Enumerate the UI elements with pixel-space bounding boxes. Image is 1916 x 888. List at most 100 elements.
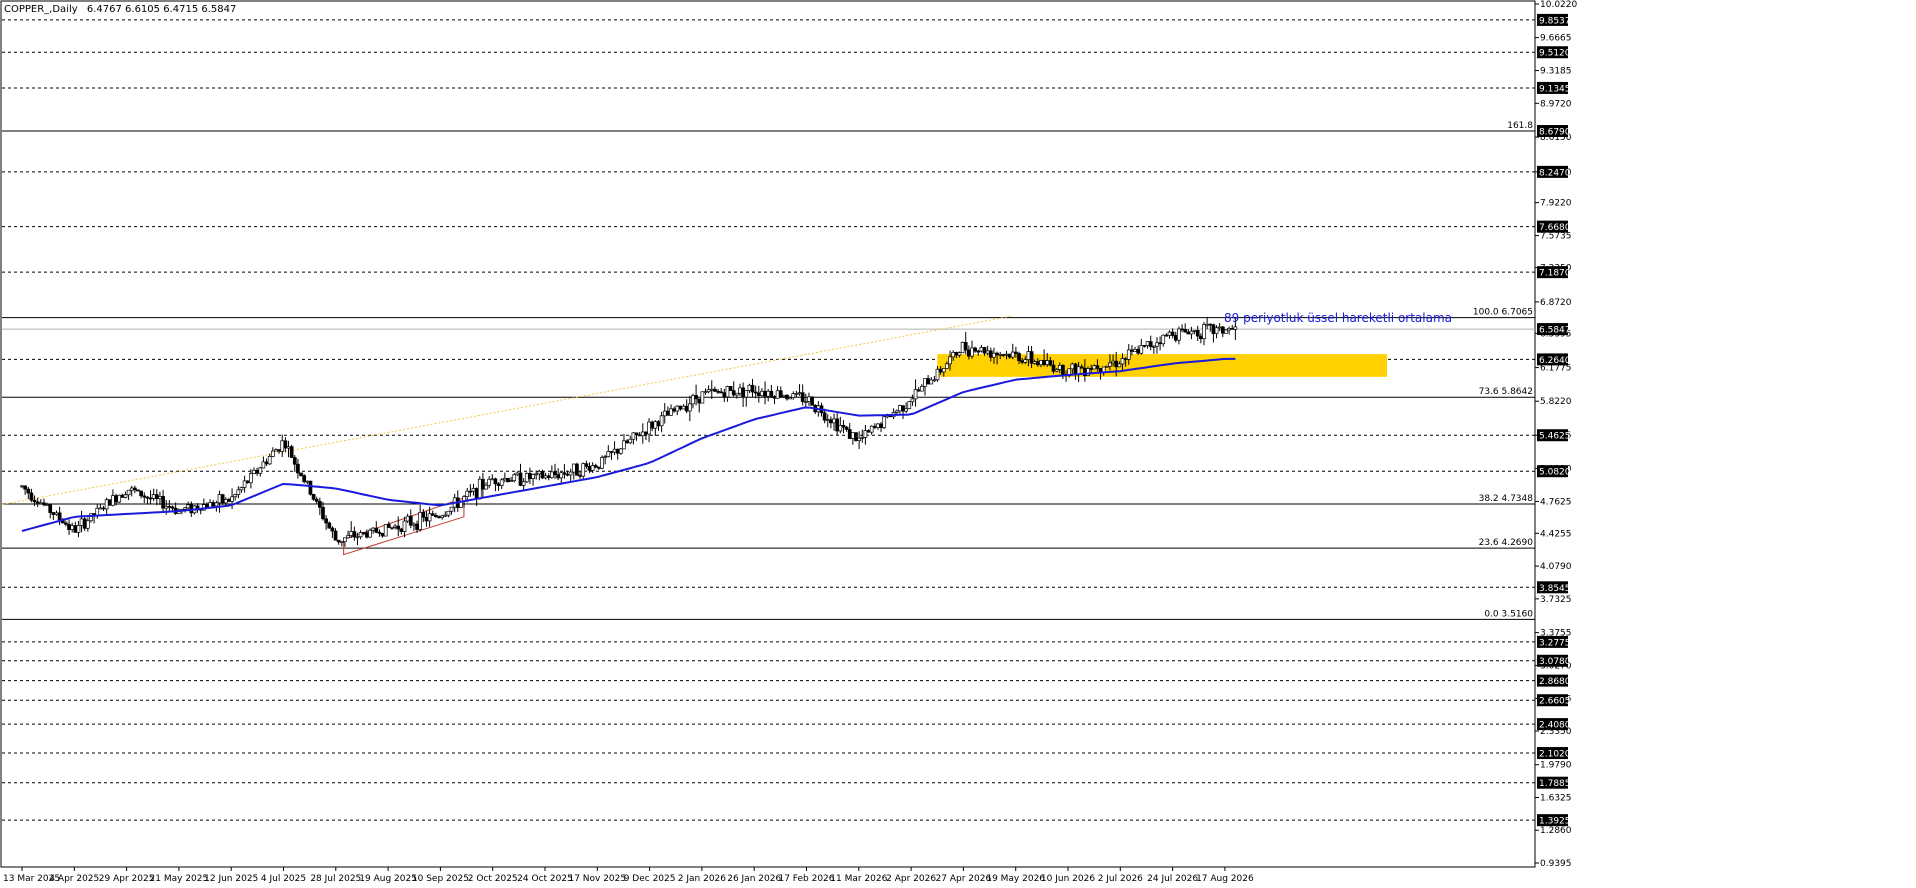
candle-body (684, 405, 689, 412)
candle-body (954, 352, 959, 356)
chart-background (0, 0, 1916, 888)
candle-body (386, 524, 391, 528)
candle-body (650, 421, 655, 429)
candle-body (590, 465, 595, 471)
candle-body (51, 512, 56, 515)
candle-body (923, 378, 927, 387)
candle-body (1108, 362, 1112, 367)
x-tick-label: 28 Jul 2025 (310, 874, 361, 884)
candle-body (1039, 360, 1043, 366)
price-chart[interactable]: 161.8 100.0 6.7065 73.6 5.8642 38.2 4.7348 2… (0, 0, 1916, 888)
price-tag-label: 7.1870 (1539, 269, 1571, 279)
candle-body (550, 471, 554, 478)
candle-body (882, 416, 887, 428)
candle-body (1177, 328, 1181, 341)
y-tick-label: 6.8720 (1540, 298, 1572, 308)
candle-body (95, 507, 100, 516)
candle-body (1076, 366, 1081, 375)
price-tag-label: 2.6605 (1539, 697, 1571, 707)
y-tick-label: 1.6325 (1540, 793, 1572, 803)
candle-body (929, 379, 934, 385)
candle-body (669, 408, 673, 416)
candle-body (151, 494, 156, 499)
candle-body (951, 352, 956, 358)
candle-body (1104, 365, 1109, 368)
candle-body (1114, 360, 1119, 368)
candle-body (471, 488, 476, 492)
candle-body (1230, 327, 1235, 330)
candle-body (1136, 348, 1141, 354)
candle-body (26, 488, 31, 494)
candle-body (1148, 341, 1153, 347)
candle-body (901, 405, 905, 412)
candle-body (430, 513, 435, 516)
candle-body (716, 390, 720, 393)
candle-body (622, 440, 626, 450)
candle-body (374, 527, 379, 533)
candle-body (355, 536, 360, 539)
candle-body (1192, 330, 1197, 332)
x-tick-label: 29 Apr 2025 (99, 874, 155, 884)
candle-body (763, 390, 767, 397)
candle-body (1151, 345, 1156, 348)
candle-body (976, 350, 981, 353)
candle-body (844, 426, 849, 430)
candle-body (490, 478, 495, 481)
candle-body (879, 423, 883, 428)
candle-body (546, 475, 551, 478)
candle-body (270, 450, 275, 457)
candle-body (872, 425, 877, 428)
price-tag-label: 1.3925 (1539, 817, 1571, 827)
candle-body (82, 518, 87, 529)
candle-body (691, 395, 695, 405)
price-tag-label: 2.4080 (1539, 721, 1571, 731)
candle-body (79, 518, 84, 526)
x-tick-label: 2 Apr 2026 (886, 874, 936, 884)
candle-body (101, 507, 106, 510)
candle-body (1029, 351, 1034, 364)
candle-body (76, 525, 81, 533)
x-tick-label: 27 Apr 2026 (936, 874, 992, 884)
x-tick-label: 17 Aug 2026 (1196, 874, 1254, 884)
candle-body (747, 384, 752, 391)
candle-body (412, 523, 416, 526)
candle-body (687, 403, 692, 412)
price-tag-label: 2.1020 (1539, 750, 1571, 760)
candle-body (841, 425, 846, 428)
x-tick-label: 4 Apr 2025 (49, 874, 99, 884)
candle-body (709, 388, 714, 391)
price-tag-label: 5.0820 (1539, 468, 1571, 478)
x-tick-label: 21 May 2025 (150, 874, 209, 884)
candle-body (371, 527, 376, 531)
candle-body (644, 431, 648, 435)
candle-body (477, 478, 482, 500)
candle-body (1061, 364, 1065, 375)
x-tick-label: 24 Jul 2026 (1147, 874, 1198, 884)
candle-body (133, 487, 137, 491)
candle-body (700, 391, 705, 404)
candle-body (361, 532, 366, 534)
candle-body (214, 502, 219, 507)
candle-body (277, 449, 281, 452)
price-tag-label: 3.0780 (1539, 657, 1571, 667)
candle-body (578, 474, 582, 477)
candle-body (415, 523, 419, 530)
candle-body (1120, 358, 1125, 365)
candle-body (302, 475, 307, 483)
candle-body (769, 390, 774, 397)
x-tick-label: 2 Jan 2026 (678, 874, 726, 884)
x-tick-label: 17 Feb 2026 (778, 874, 834, 884)
price-tag-label: 6.5847 (1539, 326, 1571, 336)
candle-body (800, 392, 805, 402)
candle-body (1164, 334, 1169, 337)
candle-body (223, 499, 228, 504)
candle-body (314, 498, 319, 502)
candle-body (531, 474, 535, 479)
candle-body (239, 487, 244, 491)
candle-body (1208, 323, 1213, 326)
candle-body (1158, 342, 1162, 345)
candle-body (449, 506, 454, 512)
candle-body (377, 531, 382, 534)
candle-body (408, 515, 413, 526)
candle-body (556, 474, 560, 479)
